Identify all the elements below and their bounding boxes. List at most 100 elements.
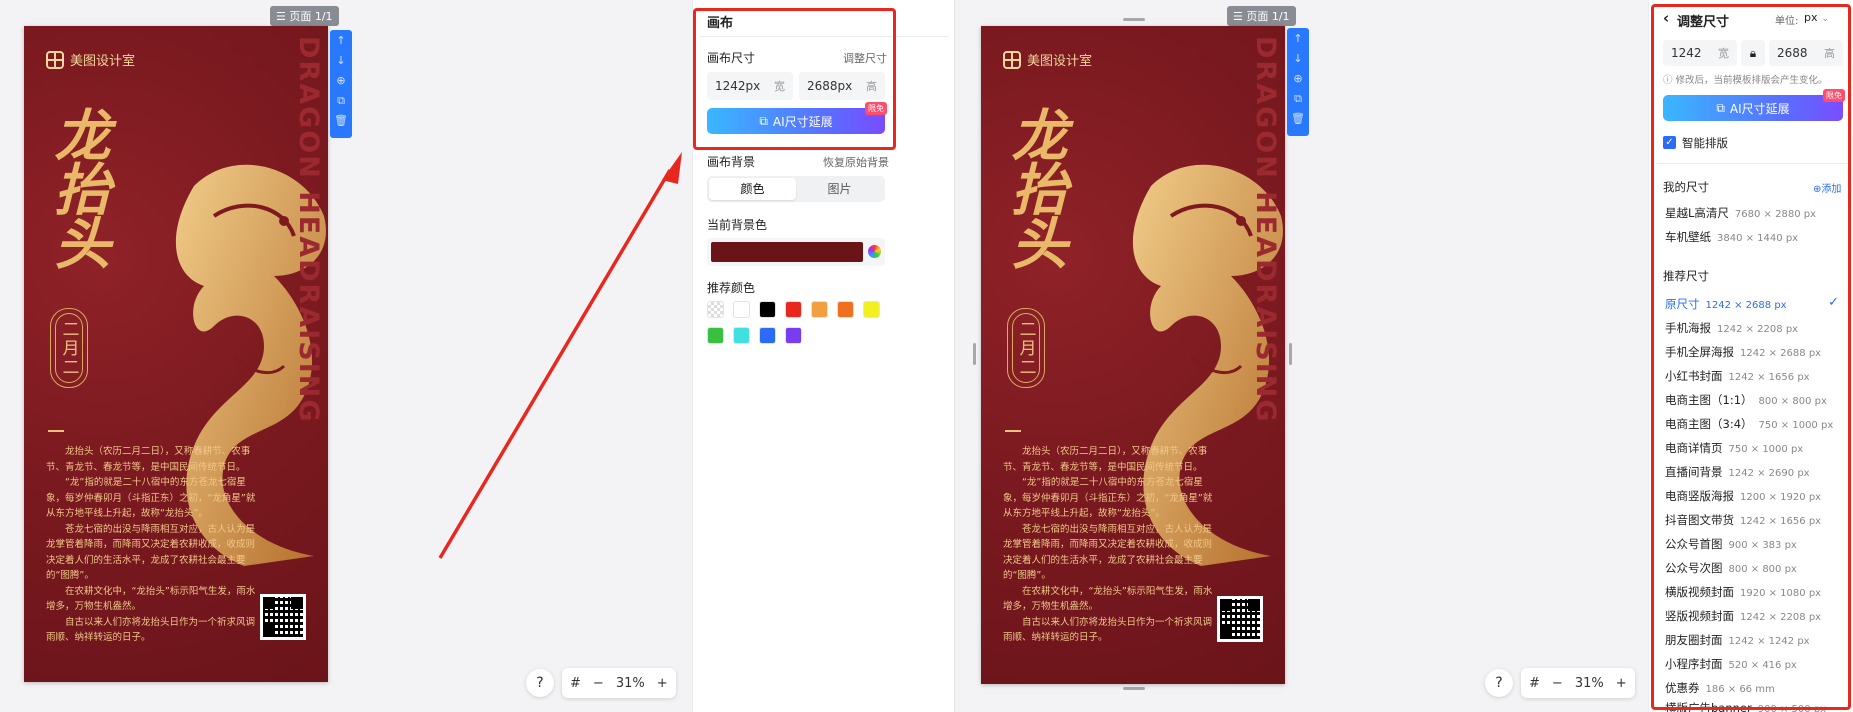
current-bg-label: 当前背景色 <box>707 218 768 232</box>
width-value: 1242px <box>715 79 761 93</box>
size-dim: 750 × 1000 px <box>1728 444 1804 455</box>
back-arrow-icon[interactable]: ‹ <box>1663 9 1669 27</box>
qr-code <box>260 594 306 640</box>
help-button[interactable]: ? <box>526 669 554 697</box>
swatch-transparent[interactable] <box>707 301 724 318</box>
add-page-icon[interactable]: ⊕ <box>334 74 348 88</box>
swatch-yellow[interactable] <box>863 301 880 318</box>
zoom-pill: # − 31% + <box>562 668 676 698</box>
add-size-link[interactable]: ⊕添加 <box>1813 180 1841 195</box>
add-page-icon[interactable]: ⊕ <box>1291 72 1305 86</box>
unit-select[interactable]: px ⌄ <box>1804 11 1829 24</box>
page-indicator[interactable]: ☰ 页面 1/1 <box>270 6 339 26</box>
grid-icon[interactable]: # <box>570 676 581 691</box>
zoom-level[interactable]: 31% <box>1575 676 1604 691</box>
zoom-in-button[interactable]: + <box>657 676 668 691</box>
my-size-item[interactable]: 车机壁纸 3840 × 1440 px <box>1665 229 1798 249</box>
width-input[interactable]: 1242px 宽 <box>707 72 793 100</box>
swatch-blue[interactable] <box>759 327 776 344</box>
recommended-size-item[interactable]: 原尺寸 1242 × 2688 px <box>1665 296 1787 316</box>
size-name: 电商主图（1:1） <box>1665 393 1753 407</box>
poster[interactable]: 美图设计室 DRAGON HEADRAISING 龙抬头 二月二 龙抬头（农历二… <box>981 26 1285 684</box>
size-dim: 1200 × 1920 px <box>1740 492 1822 503</box>
swatch-white[interactable] <box>733 301 750 318</box>
delete-icon[interactable]: 🗑 <box>1291 112 1305 126</box>
height-input[interactable]: 2688 高 <box>1769 40 1843 66</box>
zoom-out-button[interactable]: − <box>593 676 604 691</box>
swatch-cyan[interactable] <box>733 327 750 344</box>
recommended-size-item[interactable]: 公众号首图 900 × 383 px <box>1665 536 1797 556</box>
size-dim: 750 × 1000 px <box>1758 420 1834 431</box>
element-toolbar: ↑ ↓ ⊕ ⧉ 🗑 <box>330 30 352 138</box>
swatch-black[interactable] <box>759 301 776 318</box>
poster[interactable]: 美图设计室 DRAGON HEADRAISING 龙抬头 二月二 龙抬头（农历二… <box>24 26 328 682</box>
grid-icon[interactable]: # <box>1529 676 1540 691</box>
tab-image[interactable]: 图片 <box>796 178 883 200</box>
left-resize-handle[interactable] <box>973 343 976 365</box>
height-input[interactable]: 2688px 高 <box>799 72 885 100</box>
swatch-green[interactable] <box>707 327 724 344</box>
size-name: 横版广告banner <box>1665 701 1752 712</box>
move-down-icon[interactable]: ↓ <box>1291 52 1305 66</box>
height-unit: 高 <box>1824 47 1835 60</box>
current-bg-field[interactable] <box>707 238 885 266</box>
selected-check-icon: ✓ <box>1828 295 1839 310</box>
restore-bg-link[interactable]: 恢复原始背景 <box>823 154 889 170</box>
right-resize-handle[interactable] <box>1289 343 1292 365</box>
swatch-purple[interactable] <box>785 327 802 344</box>
recommended-size-item[interactable]: 电商竖版海报 1200 × 1920 px <box>1665 488 1821 508</box>
tab-color[interactable]: 颜色 <box>709 178 796 200</box>
swatch-orange[interactable] <box>837 301 854 318</box>
current-bg-swatch[interactable] <box>711 242 863 262</box>
brand-logo: 美图设计室 <box>46 50 135 69</box>
delete-icon[interactable]: 🗑 <box>334 114 348 128</box>
size-dim: 1242 × 1242 px <box>1728 636 1810 647</box>
recommended-size-item[interactable]: 小程序封面 520 × 416 px <box>1665 656 1797 676</box>
recommended-size-item[interactable]: 朋友圈封面 1242 × 1242 px <box>1665 632 1810 652</box>
recommended-size-item[interactable]: 小红书封面 1242 × 1656 px <box>1665 368 1810 388</box>
recommended-size-item[interactable]: 公众号次图 800 × 800 px <box>1665 560 1797 580</box>
recommended-size-item[interactable]: 横版视频封面 1920 × 1080 px <box>1665 584 1821 604</box>
recommended-size-item[interactable]: 直播间背景 1242 × 2690 px <box>1665 464 1810 484</box>
smart-layout-label[interactable]: 智能排版 <box>1682 135 1728 151</box>
page-indicator[interactable]: ☰ 页面 1/1 <box>1227 6 1296 26</box>
brand-name: 美图设计室 <box>1027 54 1093 69</box>
help-button[interactable]: ? <box>1485 669 1513 697</box>
right-canvas-area[interactable]: ☰ 页面 1/1 美图设计室 DRAGON HEADRAISING 龙抬头 二月… <box>954 0 1648 712</box>
ai-resize-button[interactable]: ⧉ AI尺寸延展 限免 <box>1663 89 1845 121</box>
top-resize-handle[interactable] <box>1123 18 1145 21</box>
recommended-size-item[interactable]: 抖音图文带货 1242 × 1656 px <box>1665 512 1821 532</box>
move-up-icon[interactable]: ↑ <box>334 34 348 48</box>
recommended-size-item[interactable]: 手机海报 1242 × 2208 px <box>1665 320 1798 340</box>
smart-layout-checkbox[interactable]: ✓ <box>1663 136 1676 149</box>
my-sizes-label: 我的尺寸 <box>1663 180 1709 194</box>
duplicate-icon[interactable]: ⧉ <box>1291 92 1305 106</box>
my-size-item[interactable]: 星越L高清尺 7680 × 2880 px <box>1665 205 1816 225</box>
recommended-size-item[interactable]: 横版广告banner 900 × 500 px <box>1665 700 1826 712</box>
recommended-size-item[interactable]: 手机全屏海报 1242 × 2688 px <box>1665 344 1821 364</box>
recommended-size-item[interactable]: 优惠券 186 × 66 mm <box>1665 680 1775 700</box>
ai-resize-icon: ⧉ <box>1716 100 1725 115</box>
zoom-in-button[interactable]: + <box>1616 676 1627 691</box>
color-picker-icon[interactable] <box>868 245 881 258</box>
ai-resize-button[interactable]: ⧉ AI尺寸延展 限免 <box>707 102 887 134</box>
recommended-size-item[interactable]: 电商主图（1:1） 800 × 800 px <box>1665 392 1827 412</box>
size-name: 车机壁纸 <box>1665 230 1711 244</box>
adjust-size-link[interactable]: 调整尺寸 <box>843 50 887 66</box>
bottom-resize-handle[interactable] <box>1123 687 1145 690</box>
swatch-light-orange[interactable] <box>811 301 828 318</box>
recommended-size-item[interactable]: 电商主图（3:4） 750 × 1000 px <box>1665 416 1833 436</box>
move-up-icon[interactable]: ↑ <box>1291 32 1305 46</box>
duplicate-icon[interactable]: ⧉ <box>334 94 348 108</box>
recommended-size-item[interactable]: 竖版视频封面 1242 × 2208 px <box>1665 608 1821 628</box>
swatch-red[interactable] <box>785 301 802 318</box>
size-name: 优惠券 <box>1665 681 1700 695</box>
bg-type-tabs: 颜色 图片 <box>707 176 885 202</box>
recommended-size-item[interactable]: 电商详情页 750 × 1000 px <box>1665 440 1803 460</box>
move-down-icon[interactable]: ↓ <box>334 54 348 68</box>
date-badge: 二月二 <box>1007 308 1045 388</box>
zoom-level[interactable]: 31% <box>616 676 645 691</box>
width-input[interactable]: 1242 宽 <box>1663 40 1737 66</box>
zoom-out-button[interactable]: − <box>1552 676 1563 691</box>
lock-ratio-icon[interactable]: 🔒︎ <box>1741 40 1765 66</box>
